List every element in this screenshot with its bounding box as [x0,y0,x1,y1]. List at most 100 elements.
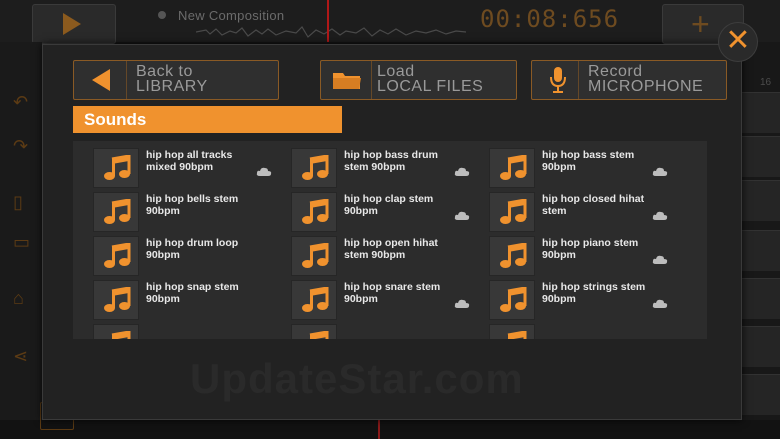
sound-name-line2: stem 90bpm [344,249,406,261]
music-note-icon [302,155,329,180]
music-note-icon [302,287,329,312]
track-slot[interactable] [742,326,780,367]
close-icon: ✕ [725,24,751,57]
music-note-icon [309,331,329,339]
sound-thumbnail [291,236,337,276]
home-icon[interactable]: ⌂ [13,289,31,307]
sound-item[interactable]: hip hop open hihat stem 90bpm [291,236,481,276]
track-slot[interactable] [742,374,780,415]
sound-name-line2: 90bpm [542,249,576,261]
redo-icon[interactable]: ↷ [13,137,31,155]
cloud-download-icon[interactable] [256,166,272,177]
sound-item[interactable] [93,324,283,339]
left-arrow-icon [92,69,110,91]
sound-thumbnail [291,280,337,320]
sound-thumbnail [489,148,535,188]
button-divider [126,61,127,99]
playhead-marker [327,0,329,42]
load-local-files-button[interactable]: Load LOCAL FILES [320,60,517,100]
cloud-download-icon[interactable] [652,298,668,309]
sound-name-line2: stem [542,205,567,217]
sound-list[interactable]: hip hop all tracks mixed 90bpm hip hop ba… [73,141,707,339]
sound-name: hip hop bells stem [146,193,239,205]
undo-icon[interactable]: ↶ [13,93,31,111]
sound-thumbnail [93,236,139,276]
sound-item[interactable]: hip hop drum loop 90bpm [93,236,283,276]
plus-icon: + [691,6,710,42]
sound-name-line2: stem 90bpm [344,161,406,173]
sound-item[interactable] [489,324,679,339]
back-to-library-button[interactable]: Back to LIBRARY [73,60,279,100]
track-number: 16 [760,77,772,88]
sound-name: hip hop drum loop [146,237,239,249]
cloud-download-icon[interactable] [652,166,668,177]
sound-item[interactable]: hip hop bass stem 90bpm [489,148,679,188]
folder-icon [333,73,361,89]
cloud-download-icon[interactable] [454,298,470,309]
watermark: UpdateStar.com [190,355,524,402]
sound-thumbnail [291,148,337,188]
record-microphone-button[interactable]: Record MICROPHONE [531,60,727,100]
sound-item[interactable] [291,324,481,339]
sound-item[interactable]: hip hop bass drum stem 90bpm [291,148,481,188]
sound-name: hip hop all tracks [146,149,233,161]
open-folder-icon[interactable]: ▭ [13,233,31,251]
sound-item[interactable]: hip hop piano stem 90bpm [489,236,679,276]
sound-item[interactable]: hip hop snap stem 90bpm [93,280,283,320]
sound-thumbnail [489,324,535,339]
sound-item[interactable]: hip hop clap stem 90bpm [291,192,481,232]
sound-item[interactable]: hip hop all tracks mixed 90bpm [93,148,283,188]
sound-item[interactable]: hip hop closed hihat stem [489,192,679,232]
sound-name-line2: 90bpm [344,205,378,217]
cloud-download-icon[interactable] [454,166,470,177]
sound-name: hip hop piano stem [542,237,639,249]
music-note-icon [500,243,527,268]
sound-item[interactable]: hip hop strings stem 90bpm [489,280,679,320]
music-note-icon [111,331,131,339]
play-icon [63,13,81,35]
music-note-icon [104,199,131,224]
tab-sounds[interactable]: Sounds [73,106,342,133]
record-label-line1: Record [588,63,643,80]
bottom-bar [0,420,780,439]
sound-name: hip hop closed hihat [542,193,645,205]
sound-name-line2: mixed 90bpm [146,161,214,173]
share-icon[interactable]: ⋖ [13,347,31,365]
sound-name: hip hop bass stem [542,149,635,161]
cloud-download-icon[interactable] [652,210,668,221]
track-slot[interactable] [742,278,780,319]
load-label-line1: Load [377,63,415,80]
sound-item[interactable]: hip hop bells stem 90bpm [93,192,283,232]
tab-sounds-label: Sounds [84,110,147,129]
sound-name-line2: 90bpm [542,293,576,305]
track-slot[interactable] [742,136,780,177]
cloud-download-icon[interactable] [652,254,668,265]
track-slot[interactable] [742,230,780,271]
close-button[interactable]: ✕ [718,22,758,62]
load-label-line2: LOCAL FILES [377,78,484,95]
composition-title: New Composition [178,8,285,23]
button-divider [578,61,579,99]
track-slot[interactable] [742,180,780,221]
music-note-icon [507,331,527,339]
music-note-icon [302,243,329,268]
sound-name-line2: 90bpm [146,249,180,261]
play-button[interactable] [32,4,116,44]
sound-thumbnail [489,192,535,232]
sound-name: hip hop open hihat [344,237,438,249]
sound-name-line2: 90bpm [542,161,576,173]
new-file-icon[interactable]: ▯ [13,193,31,211]
music-note-icon [104,287,131,312]
sound-thumbnail [93,280,139,320]
sound-thumbnail [291,324,337,339]
sound-name-line2: 90bpm [146,205,180,217]
sound-item[interactable]: hip hop snare stem 90bpm [291,280,481,320]
waveform-preview [196,26,466,38]
cloud-download-icon[interactable] [454,210,470,221]
music-note-icon [500,199,527,224]
track-slot[interactable] [742,92,780,133]
sound-thumbnail [489,280,535,320]
music-note-icon [104,155,131,180]
sound-thumbnail [93,324,139,339]
sound-name-line2: 90bpm [344,293,378,305]
